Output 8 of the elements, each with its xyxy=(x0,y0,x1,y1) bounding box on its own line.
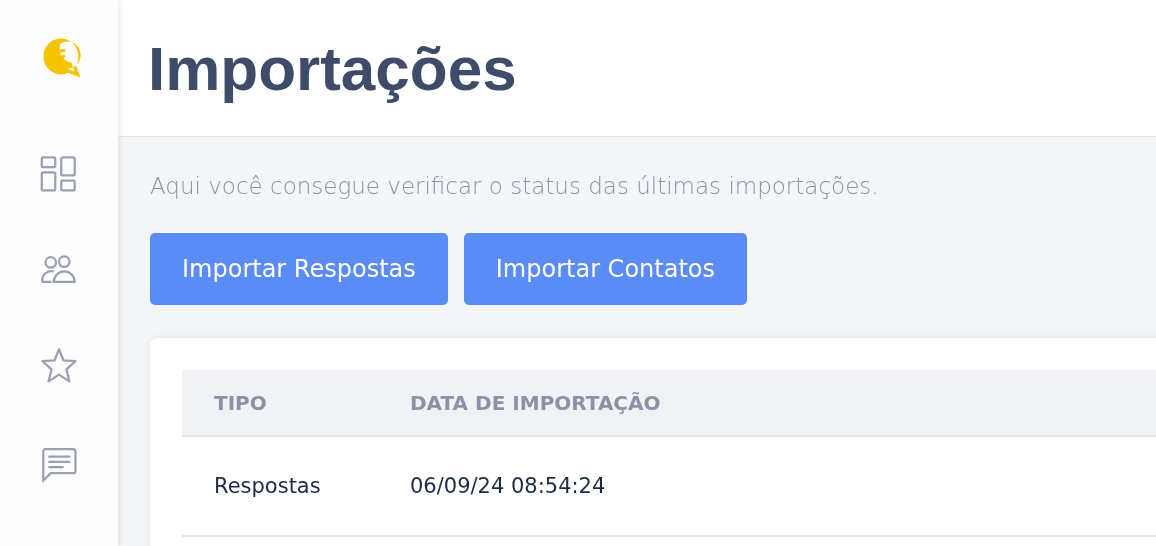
table-cell: 06/09/24 08:54:24 xyxy=(410,474,606,498)
import-button[interactable]: Importar Contatos xyxy=(463,233,747,305)
column-header: DATA DE IMPORTAÇÃO xyxy=(410,390,661,415)
page-title: Importações xyxy=(148,32,517,104)
table-cell-text: Respostas xyxy=(213,474,322,498)
import-button[interactable]: Importar Respostas xyxy=(150,233,448,305)
page-description: Aqui você consegue verificar o status das últimas importações. xyxy=(150,173,880,199)
column-header: TIPO xyxy=(213,390,268,415)
